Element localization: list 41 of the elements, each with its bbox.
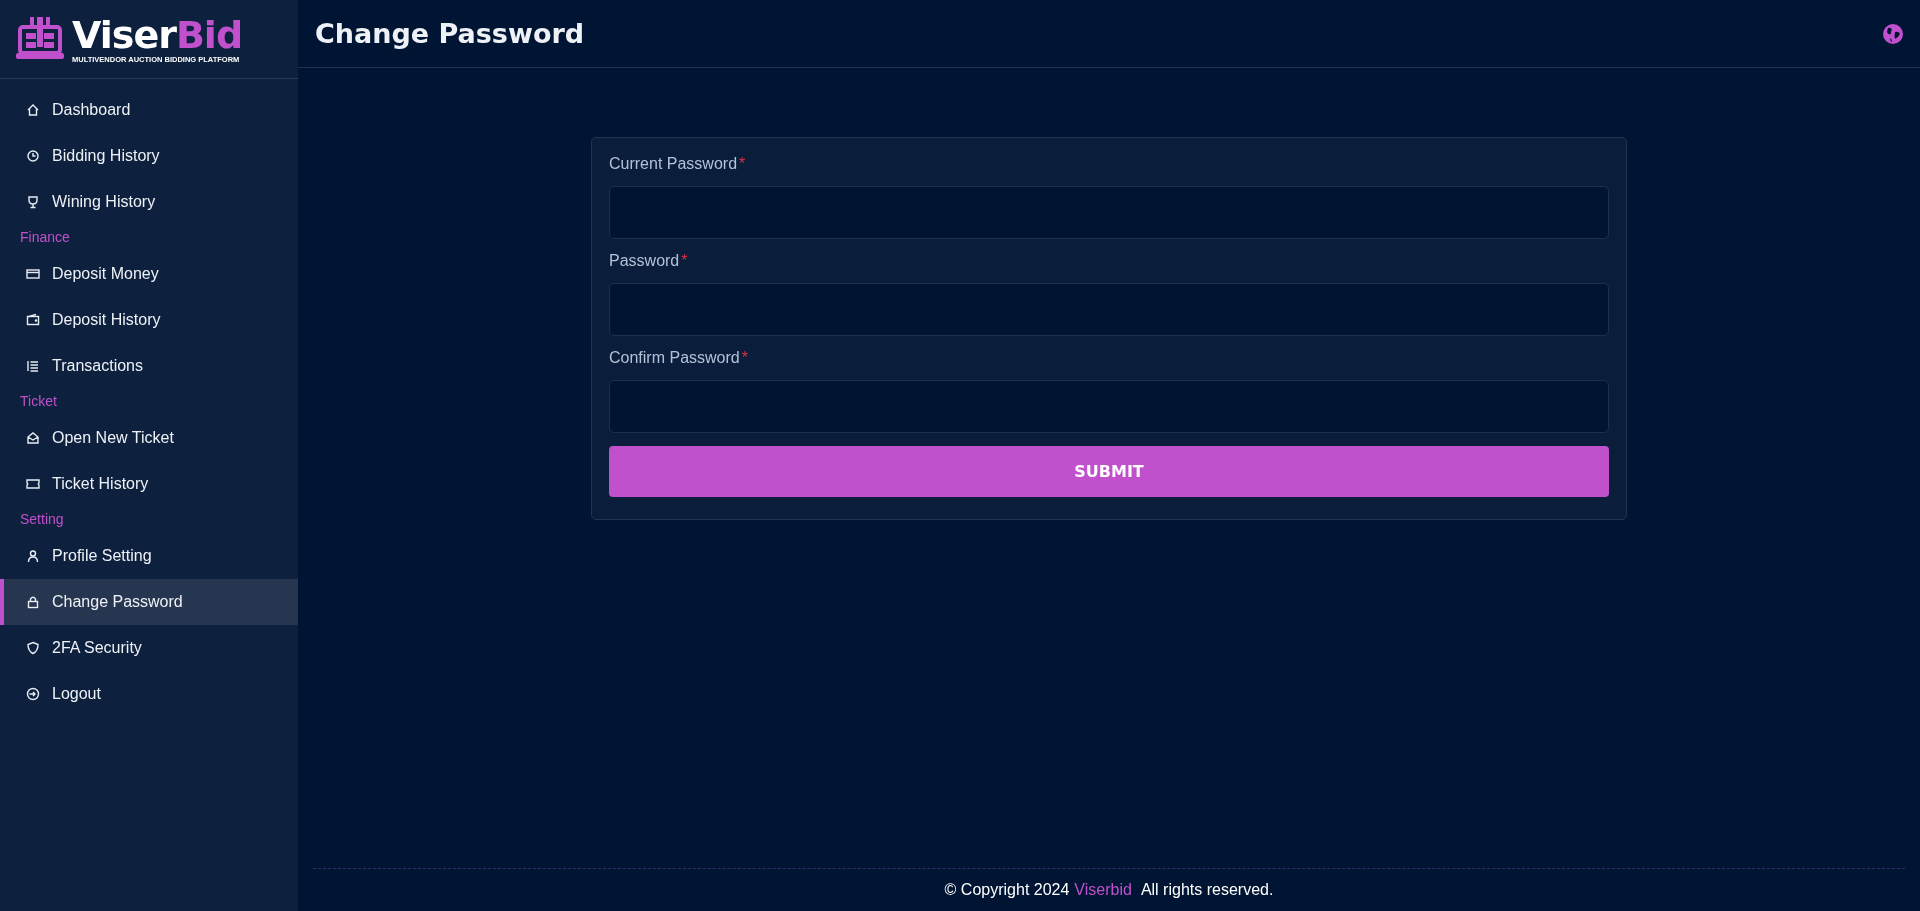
sidebar-item[interactable]: Change Password [0,579,298,625]
sidebar-section-label: Ticket [19,392,58,411]
card-icon [26,267,40,281]
wallet-icon [26,313,40,327]
sidebar-section-label: Setting [19,510,65,529]
globe-icon[interactable] [1882,22,1904,45]
password-field[interactable] [609,380,1609,433]
sidebar-item[interactable]: Deposit Money [0,251,298,297]
field-label: Current Password* [609,155,747,173]
sidebar-section-label: Finance [19,228,71,247]
page-title: Change Password [315,18,585,49]
lock-icon [26,595,40,609]
sidebar-item[interactable]: Ticket History [0,461,298,507]
sidebar-item[interactable]: Dashboard [0,87,298,133]
sidebar-item[interactable]: Bidding History [0,133,298,179]
laptop-logo-icon [16,17,64,61]
list-icon [26,359,40,373]
home-icon [26,103,40,117]
field-label: Confirm Password* [609,349,749,367]
trophy-icon [26,195,40,209]
user-icon [26,549,40,563]
password-field[interactable] [609,186,1609,239]
sidebar-item[interactable]: Logout [0,671,298,717]
shield-icon [26,641,40,655]
sidebar-item[interactable]: Profile Setting [0,533,298,579]
sidebar-item[interactable]: Open New Ticket [0,415,298,461]
copyright-text: © Copyright 2024 [944,881,1070,899]
password-field[interactable] [609,283,1609,336]
sidebar-item[interactable]: 2FA Security [0,625,298,671]
history-icon [26,149,40,163]
ticket-icon [26,477,40,491]
submit-button[interactable]: SUBMIT [609,446,1609,497]
rights-text: All rights reserved. [1140,881,1274,899]
sidebar-item[interactable]: Wining History [0,179,298,225]
sidebar-item[interactable]: Transactions [0,343,298,389]
logout-icon [26,687,40,701]
envelope-icon [26,431,40,445]
site-link[interactable]: Viserbid [1074,881,1132,899]
sidebar-item[interactable]: Deposit History [0,297,298,343]
field-label: Password* [609,252,689,270]
logo-wordmark: ViserBid [72,14,243,55]
